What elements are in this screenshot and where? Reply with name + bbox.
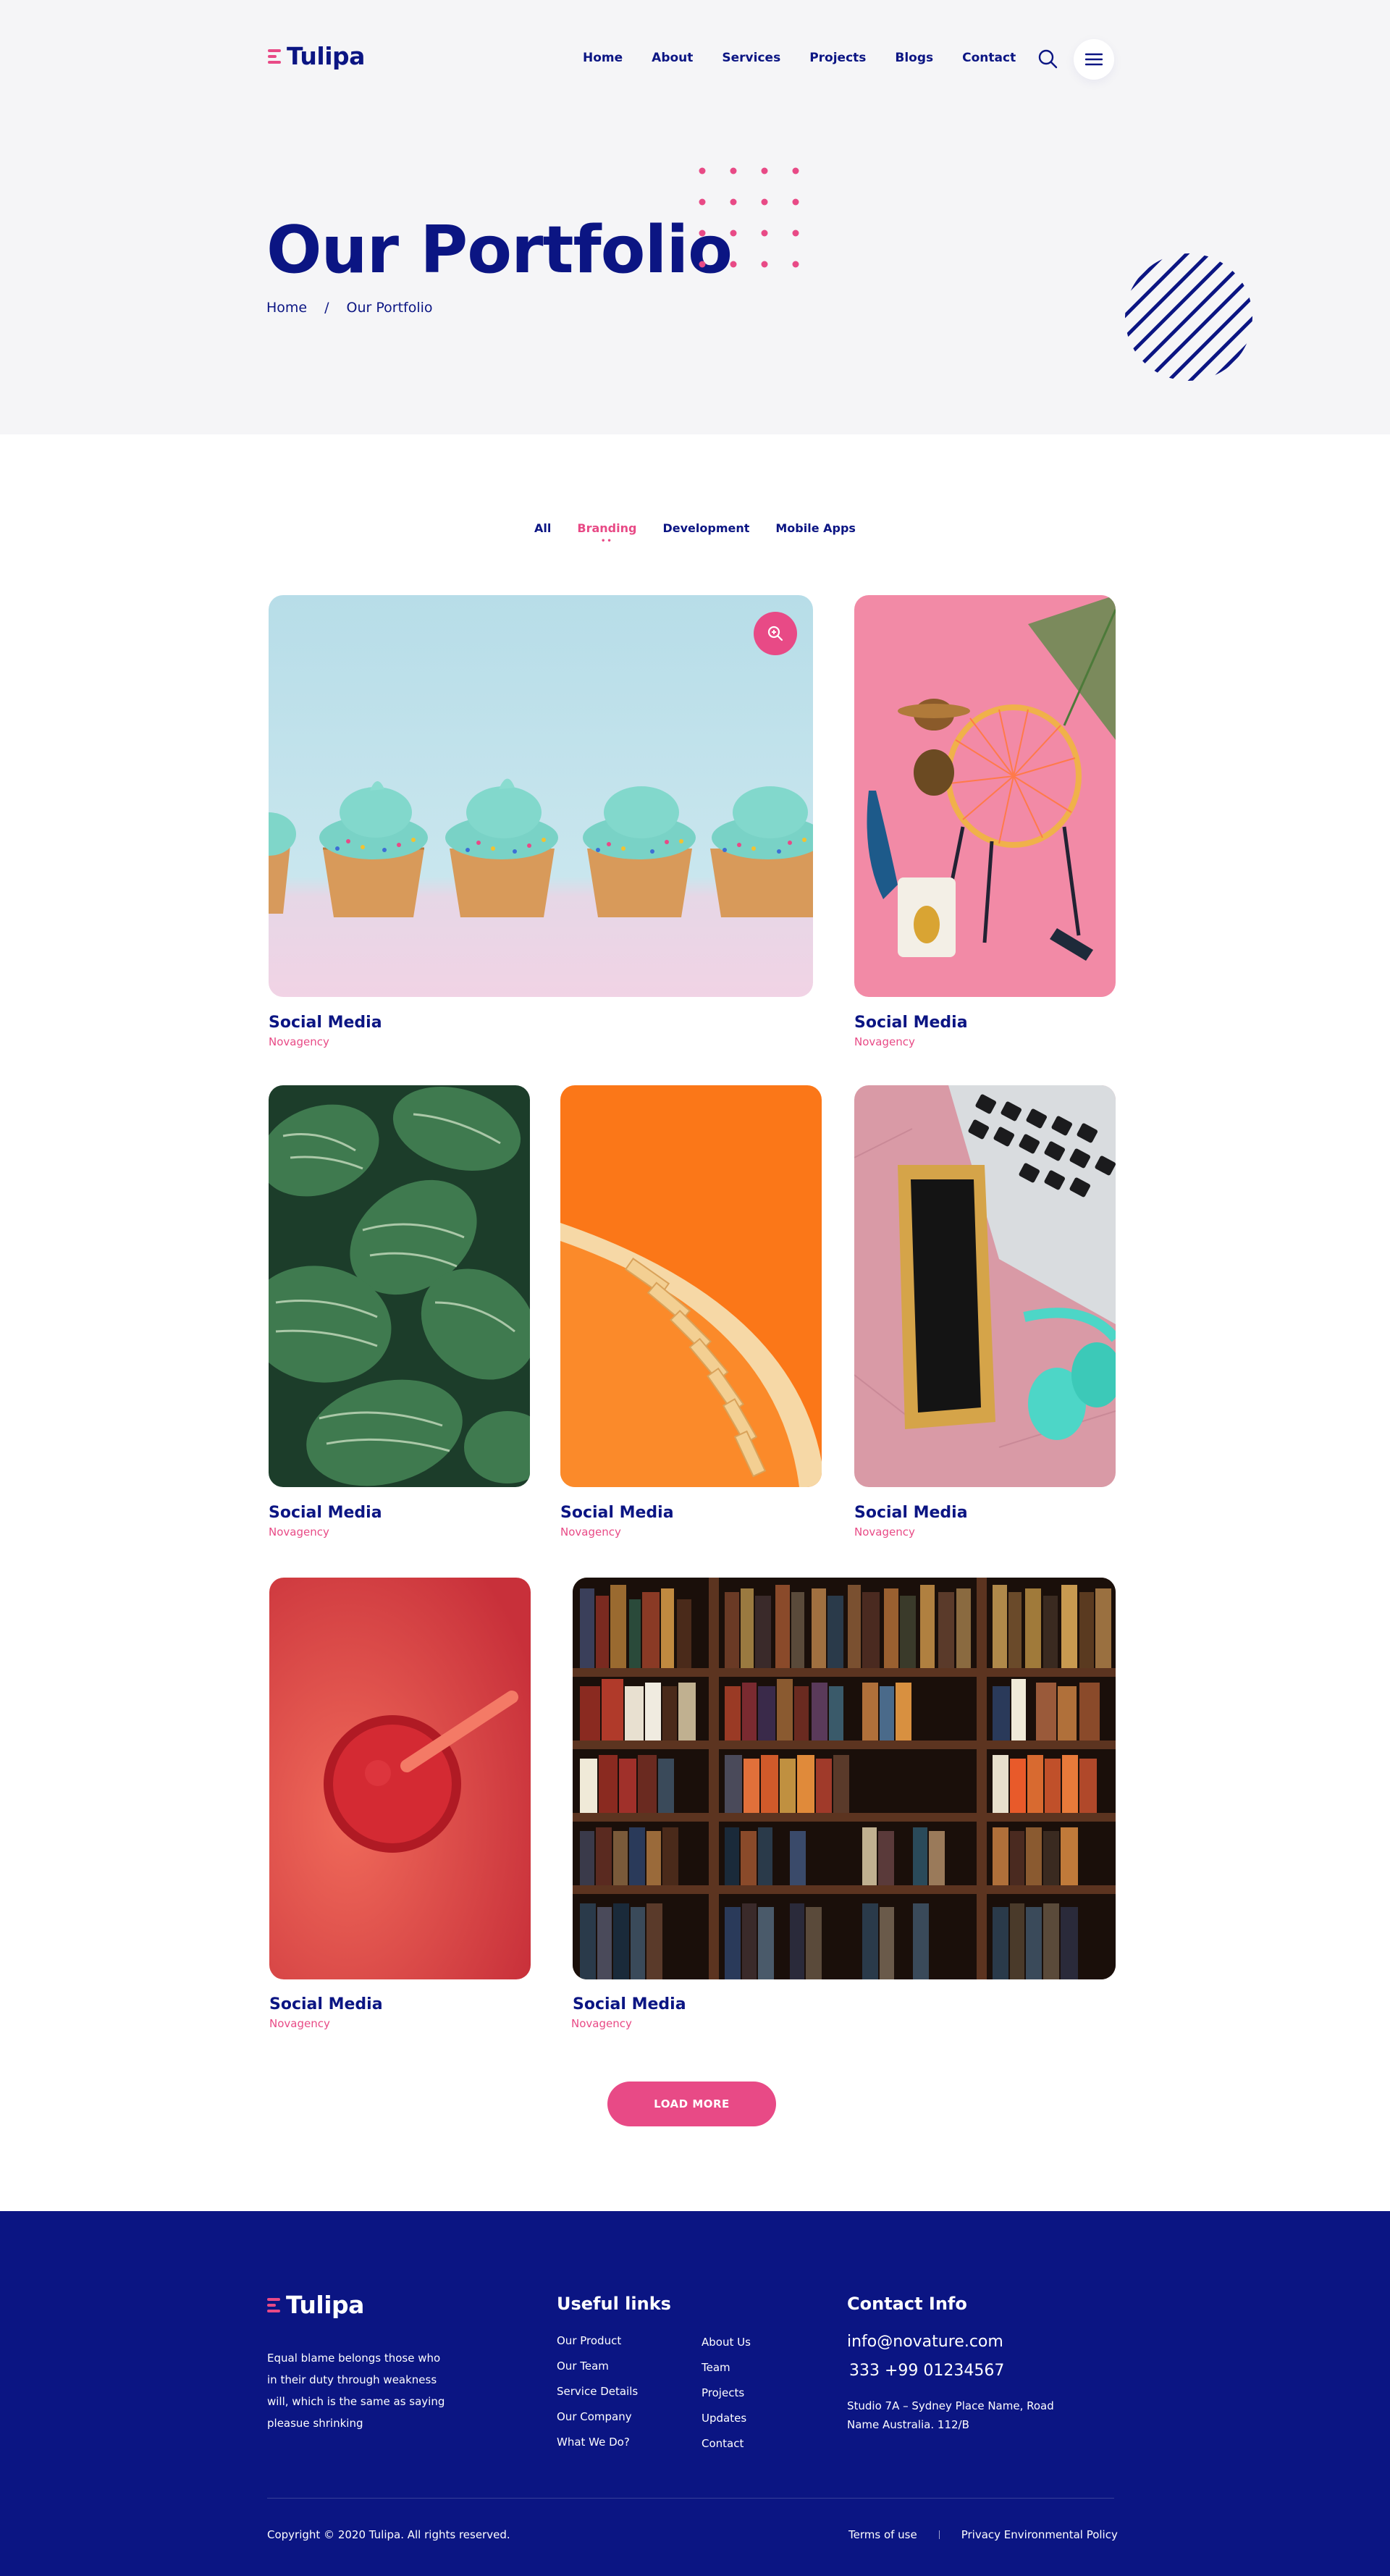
portfolio-item-subtitle: Novagency	[560, 1525, 621, 1539]
footer-link-projects[interactable]: Projects	[702, 2386, 744, 2399]
search-icon[interactable]	[1037, 48, 1058, 70]
useful-links-col1: Our Product Our Team Service Details Our…	[557, 2334, 638, 2461]
portfolio-item-subtitle: Novagency	[269, 1525, 329, 1539]
filter-branding[interactable]: Branding	[577, 521, 636, 535]
footer-link-service-details[interactable]: Service Details	[557, 2385, 638, 2398]
portfolio-item-title[interactable]: Social Media	[269, 1504, 382, 1522]
useful-links-col2: About Us Team Projects Updates Contact	[702, 2336, 751, 2462]
contact-phone[interactable]: 333 +99 01234567	[849, 2362, 1004, 2380]
footer-link-our-product[interactable]: Our Product	[557, 2334, 621, 2347]
footer-link-about-us[interactable]: About Us	[702, 2336, 751, 2349]
footer-link-our-company[interactable]: Our Company	[557, 2410, 632, 2423]
nav-services[interactable]: Services	[722, 51, 780, 65]
brand-name: Tulipa	[287, 42, 365, 70]
legal-links-separator	[938, 2530, 940, 2539]
portfolio-image-cupcakes[interactable]	[269, 595, 813, 997]
footer-link-contact[interactable]: Contact	[702, 2437, 744, 2450]
logo-bars-icon	[268, 49, 281, 64]
contact-email[interactable]: info@novature.com	[847, 2333, 1003, 2351]
decorative-dots-pattern	[699, 167, 799, 268]
main-nav: Home About Services Projects Blogs Conta…	[583, 51, 1016, 65]
hamburger-menu-icon[interactable]	[1074, 39, 1114, 80]
footer-link-updates[interactable]: Updates	[702, 2412, 746, 2425]
nav-about[interactable]: About	[652, 51, 693, 65]
logo-bars-icon	[267, 2297, 280, 2312]
contact-info-heading: Contact Info	[847, 2294, 967, 2314]
copyright-text: Copyright © 2020 Tulipa. All rights rese…	[267, 2528, 510, 2541]
breadcrumb-current: Our Portfolio	[346, 300, 433, 316]
page-title: Our Portfolio	[266, 212, 733, 288]
portfolio-item-subtitle: Novagency	[571, 2017, 632, 2030]
breadcrumb: Home / Our Portfolio	[266, 300, 433, 316]
breadcrumb-separator: /	[324, 300, 329, 316]
contact-address: Studio 7A – Sydney Place Name, Road Name…	[847, 2399, 1054, 2431]
footer-link-team[interactable]: Team	[702, 2361, 730, 2374]
footer-legal-links: Terms of use Privacy Environmental Polic…	[848, 2528, 1118, 2541]
footer-brand-name: Tulipa	[286, 2291, 364, 2319]
nav-contact[interactable]: Contact	[962, 51, 1016, 65]
portfolio-item-title[interactable]: Social Media	[269, 1014, 382, 1032]
decorative-striped-circle	[1125, 253, 1252, 381]
nav-projects[interactable]: Projects	[809, 51, 866, 65]
useful-links-heading: Useful links	[557, 2294, 671, 2314]
portfolio-image-bookshelf[interactable]	[573, 1578, 1116, 1979]
site-footer: Tulipa Equal blame belongs those who in …	[0, 2211, 1390, 2576]
portfolio-item-subtitle: Novagency	[269, 1035, 329, 1048]
portfolio-image-orange-staircase[interactable]	[560, 1085, 822, 1487]
portfolio-item-title[interactable]: Social Media	[854, 1014, 968, 1032]
portfolio-item-subtitle: Novagency	[854, 1035, 915, 1048]
portfolio-item-title[interactable]: Social Media	[573, 1995, 686, 2013]
footer-about-text: Equal blame belongs those who in their d…	[267, 2352, 445, 2430]
footer-link-what-we-do[interactable]: What We Do?	[557, 2436, 630, 2449]
portfolio-item-subtitle: Novagency	[269, 2017, 330, 2030]
footer-logo[interactable]: Tulipa	[267, 2291, 364, 2319]
filter-development[interactable]: Development	[662, 521, 749, 535]
footer-divider	[267, 2498, 1114, 2499]
filter-mobile-apps[interactable]: Mobile Apps	[775, 521, 856, 535]
brand-logo[interactable]: Tulipa	[268, 42, 365, 70]
portfolio-image-laptop-headphones[interactable]	[854, 1085, 1116, 1487]
portfolio-filter-tabs: All Branding Development Mobile Apps	[0, 521, 1390, 535]
privacy-link[interactable]: Privacy Environmental Policy	[961, 2528, 1118, 2541]
filter-all[interactable]: All	[534, 521, 551, 535]
terms-link[interactable]: Terms of use	[848, 2528, 917, 2541]
portfolio-image-red-smoothie[interactable]	[269, 1578, 531, 1979]
portfolio-image-striped-leaves[interactable]	[269, 1085, 530, 1487]
breadcrumb-home[interactable]: Home	[266, 300, 307, 316]
portfolio-image-pink-chair[interactable]	[854, 595, 1116, 997]
nav-blogs[interactable]: Blogs	[895, 51, 933, 65]
portfolio-item-title[interactable]: Social Media	[269, 1995, 383, 2013]
nav-home[interactable]: Home	[583, 51, 623, 65]
zoom-in-icon[interactable]	[754, 612, 797, 655]
portfolio-item-title[interactable]: Social Media	[854, 1504, 968, 1522]
footer-link-our-team[interactable]: Our Team	[557, 2360, 609, 2373]
load-more-button[interactable]: LOAD MORE	[607, 2082, 776, 2126]
hero-section: Tulipa Home About Services Projects Blog…	[0, 0, 1390, 434]
portfolio-item-subtitle: Novagency	[854, 1525, 915, 1539]
portfolio-item-title[interactable]: Social Media	[560, 1504, 674, 1522]
